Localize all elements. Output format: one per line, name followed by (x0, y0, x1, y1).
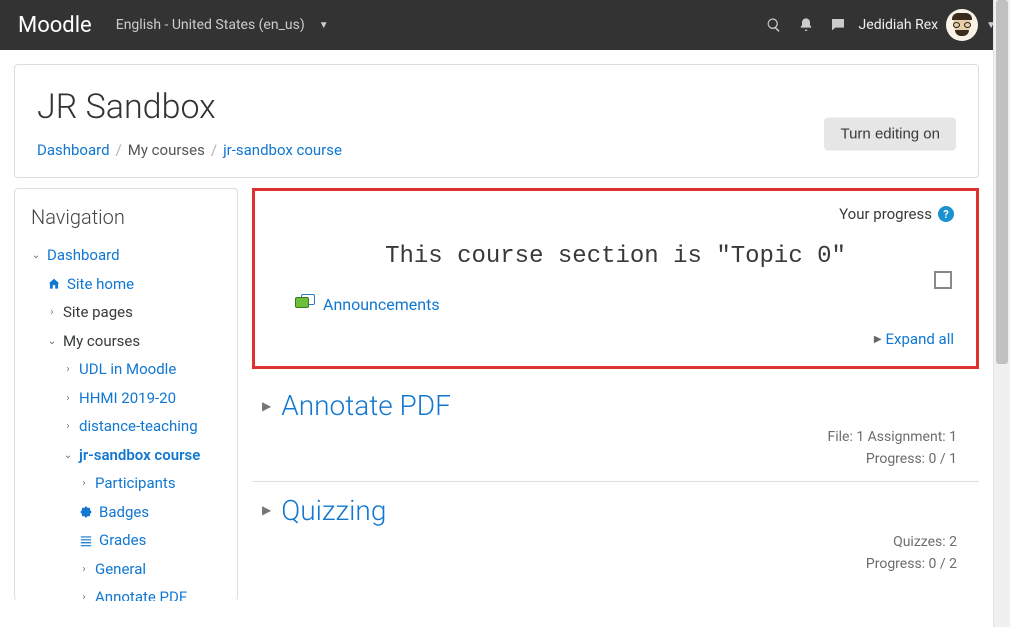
navigation-title: Navigation (31, 205, 221, 229)
chevron-right-icon[interactable]: › (79, 589, 89, 601)
scrollbar-thumb[interactable] (996, 0, 1008, 364)
language-label: English - United States (en_us) (116, 17, 305, 33)
nav-sitehome[interactable]: Site home (67, 272, 134, 298)
search-icon[interactable] (761, 12, 787, 38)
course-content: Your progress ? This course section is "… (252, 188, 979, 601)
user-menu[interactable]: Jedidiah Rex ▼ (859, 9, 996, 41)
course-header: JR Sandbox Dashboard / My courses / jr-s… (14, 64, 979, 178)
expand-triangle-icon: ▶ (874, 334, 882, 345)
bell-icon[interactable] (793, 12, 819, 38)
progress-label: Your progress ? (839, 205, 954, 223)
chevron-down-icon[interactable]: ⌄ (47, 333, 57, 350)
chevron-right-icon[interactable]: › (63, 418, 73, 435)
breadcrumb-dashboard[interactable]: Dashboard (37, 141, 110, 159)
nav-course-distance[interactable]: distance-teaching (79, 414, 198, 440)
nav-section-general[interactable]: General (95, 557, 146, 583)
chevron-right-icon[interactable]: › (63, 390, 73, 407)
nav-dashboard[interactable]: Dashboard (47, 243, 120, 269)
nav-sitepages[interactable]: Site pages (63, 300, 133, 326)
topic-0-headline: This course section is "Topic 0" (277, 243, 954, 270)
nav-section-annotate[interactable]: Annotate PDF (95, 585, 187, 601)
nav-course-jr[interactable]: jr-sandbox course (79, 443, 200, 469)
nav-course-udl[interactable]: UDL in Moodle (79, 357, 176, 383)
announcements-link[interactable]: Announcements (295, 294, 954, 314)
nav-grades[interactable]: Grades (99, 528, 146, 554)
chevron-down-icon[interactable]: ⌄ (31, 247, 41, 264)
caret-down-icon: ▼ (319, 20, 329, 31)
nav-badges[interactable]: Badges (99, 500, 149, 526)
page-scrollbar[interactable] (993, 0, 1010, 627)
nav-mycourses[interactable]: My courses (63, 329, 140, 355)
help-icon[interactable]: ? (938, 206, 954, 222)
page-title: JR Sandbox (37, 87, 956, 127)
chevron-right-icon[interactable]: › (47, 304, 57, 321)
section-title-annotate[interactable]: Annotate PDF (281, 389, 451, 422)
badge-icon (79, 505, 93, 519)
topic-0-section: Your progress ? This course section is "… (252, 188, 979, 369)
section-quizzing: ▶ Quizzing Quizzes: 2 Progress: 0 / 2 (252, 482, 979, 586)
breadcrumb-mycourses: My courses (128, 141, 205, 159)
breadcrumb-course[interactable]: jr-sandbox course (223, 141, 342, 159)
breadcrumb: Dashboard / My courses / jr-sandbox cour… (37, 141, 956, 159)
chat-icon[interactable] (825, 12, 851, 38)
chevron-right-icon[interactable]: › (63, 361, 73, 378)
collapsed-triangle-icon[interactable]: ▶ (262, 503, 271, 517)
section-meta-quizzing: Quizzes: 2 Progress: 0 / 2 (262, 531, 957, 576)
language-selector[interactable]: English - United States (en_us) ▼ (116, 17, 329, 33)
user-name: Jedidiah Rex (859, 17, 939, 33)
chevron-right-icon[interactable]: › (79, 475, 89, 492)
chevron-down-icon[interactable]: ⌄ (63, 447, 73, 464)
chevron-right-icon[interactable]: › (79, 561, 89, 578)
nav-tree: ⌄ Dashboard Site home › Site pages ⌄ My cou… (31, 243, 221, 601)
nav-participants[interactable]: Participants (95, 471, 176, 497)
collapsed-triangle-icon[interactable]: ▶ (262, 399, 271, 413)
brand-link[interactable]: Moodle (18, 13, 92, 38)
avatar (946, 9, 978, 41)
navigation-block: Navigation ⌄ Dashboard Site home › Site pa… (14, 188, 238, 601)
section-annotate-pdf: ▶ Annotate PDF File: 1 Assignment: 1 Pro… (252, 377, 979, 482)
nav-course-hhmi[interactable]: HHMI 2019-20 (79, 386, 176, 412)
turn-editing-on-button[interactable]: Turn editing on (824, 118, 956, 151)
section-title-quizzing[interactable]: Quizzing (281, 494, 386, 527)
topnav: Moodle English - United States (en_us) ▼… (0, 0, 1010, 50)
home-icon (47, 277, 61, 291)
grades-icon (79, 534, 93, 548)
forum-icon (295, 294, 315, 314)
section-meta-annotate: File: 1 Assignment: 1 Progress: 0 / 1 (262, 426, 957, 471)
expand-all-link[interactable]: Expand all (886, 330, 954, 348)
completion-checkbox[interactable] (934, 271, 952, 289)
